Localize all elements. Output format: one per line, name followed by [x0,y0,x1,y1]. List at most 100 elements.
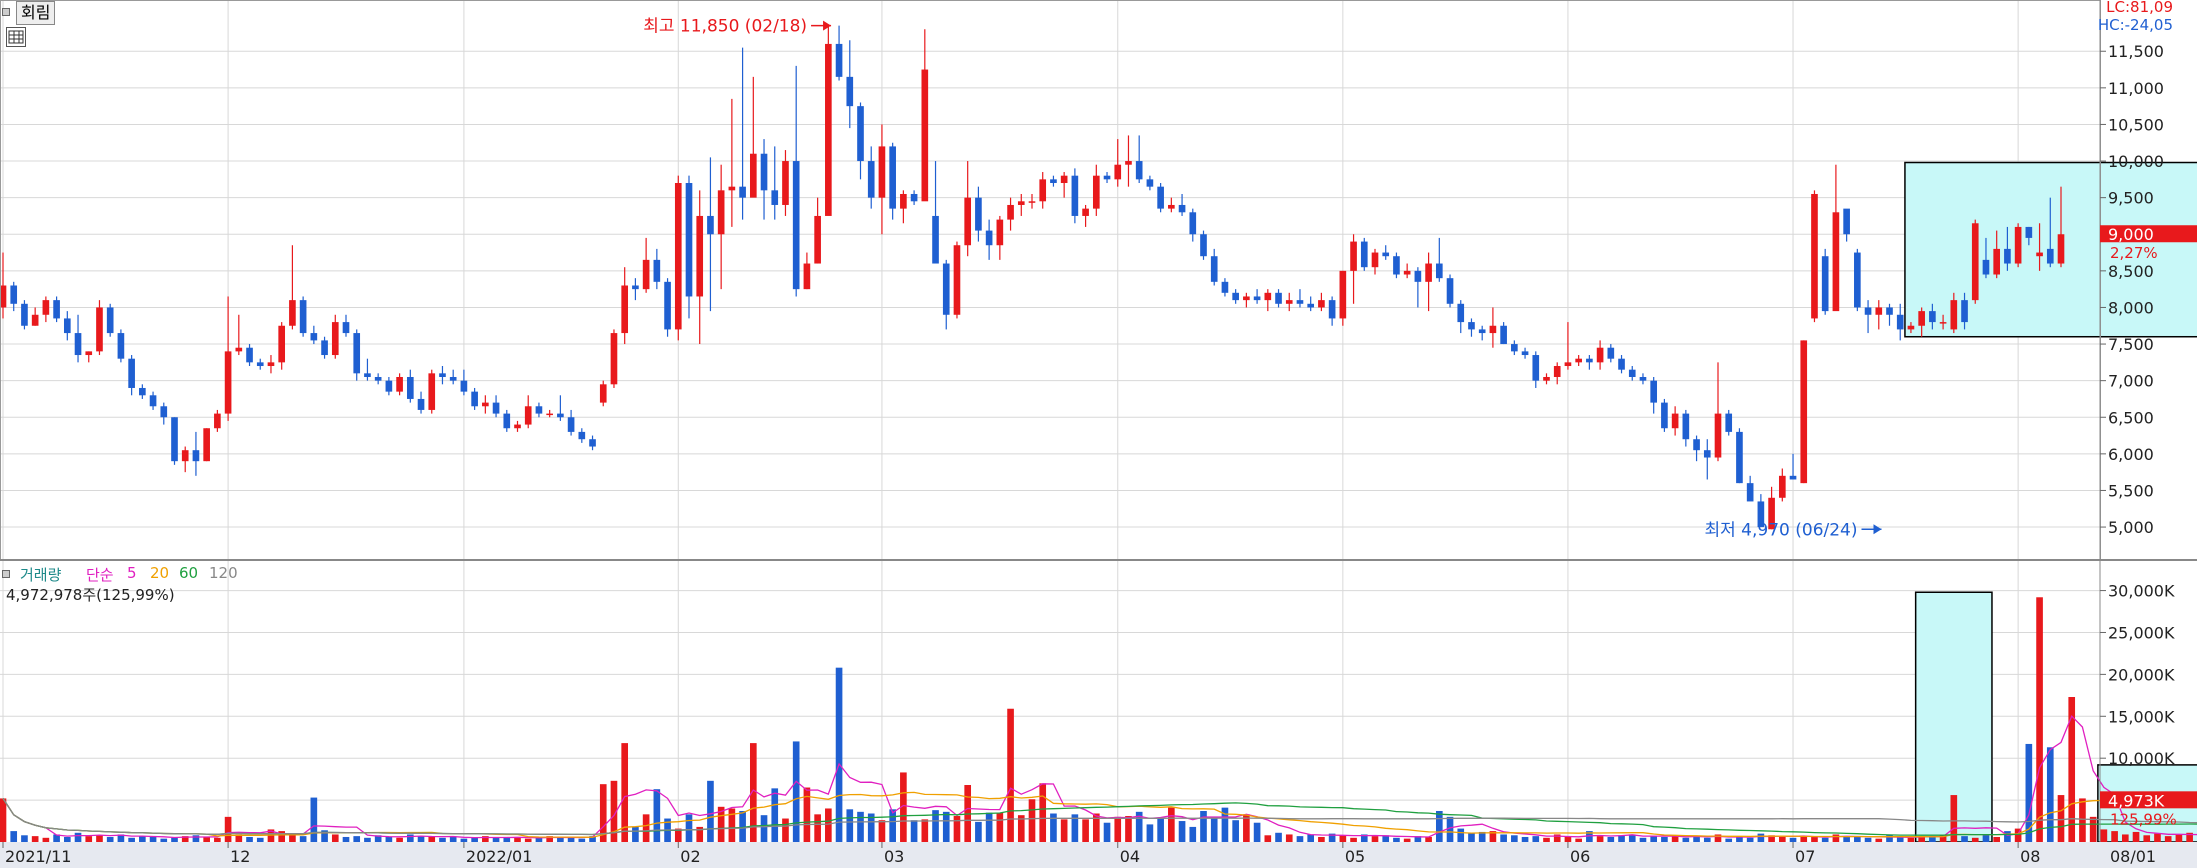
volume-bar [160,838,168,842]
candle-body [567,417,575,432]
candle-body [1693,439,1700,451]
price-tick-label: 10,000 [2108,152,2164,171]
candle-body [1918,311,1925,326]
candle-body [546,413,553,416]
volume-bar [1757,833,1765,842]
price-tick-label: 5,500 [2108,481,2154,500]
candle-body [85,351,93,356]
volume-bar [578,838,586,842]
candle-body [878,146,886,198]
volume-bar [331,834,339,842]
volume-bar [1907,837,1915,842]
candle-body [289,300,296,326]
candle-body [1382,252,1390,257]
date-tick-label: 05 [1345,847,1365,866]
volume-bar [1318,836,1325,842]
volume-bar [31,836,39,842]
candle-body [439,373,446,377]
candle-body [428,373,436,410]
x-axis-band [0,842,2197,868]
volume-bar [428,836,436,842]
volume-bar [2111,831,2118,842]
high-arrow-head [823,20,832,31]
volume-bar [1607,836,1615,842]
volume-bar [2079,798,2086,842]
candle-body [621,285,629,334]
volume-bar [1778,836,1786,842]
volume-tick-label: 25,000K [2108,623,2175,642]
volume-bar [1971,837,1979,842]
date-tick-label: 02 [680,847,700,866]
volume-bar [1039,783,1047,842]
candle-body [117,333,125,359]
candle-body [707,215,714,235]
candle-body [1071,175,1079,216]
volume-bar [214,837,221,842]
candle-body [771,190,779,205]
collapse-icon[interactable] [2,8,10,16]
price-tick-label: 5,000 [2108,518,2154,537]
candle-body [1253,296,1261,301]
candle-body [1189,212,1197,235]
candle-body [1489,325,1497,334]
volume-bar [203,836,210,842]
volume-bar [256,837,264,842]
current-volume-pct: 125,99% [2110,810,2177,828]
candle-body [1092,175,1100,209]
volume-bars [0,597,2193,842]
candle-body [1264,292,1272,301]
volume-bar [2175,834,2183,842]
candle-body [2057,234,2065,264]
candle-body [1103,175,1111,180]
volume-bar [1168,807,1175,842]
candle-body [557,413,564,418]
candle-body [1821,256,1829,312]
candle-body [599,384,607,403]
volume-bar [1500,834,1507,842]
volume-bar [1189,826,1197,842]
volume-bar [1982,834,1990,842]
candle-body [139,387,146,396]
volume-bar [1929,836,1936,842]
candle-body [1478,329,1486,334]
candle-body [589,439,596,447]
volume-bar [814,814,821,842]
volume-bar [299,836,307,842]
candle-body [246,347,253,363]
volume-bar [2132,831,2140,842]
volume-bar [439,837,446,842]
candle-body [1864,307,1872,315]
volume-bar [996,812,1004,842]
volume-bar [2154,833,2161,842]
candle-body [385,380,393,392]
volume-bar [1007,708,1014,842]
volume-bar [1821,837,1829,842]
price-tick-label: 7,000 [2108,372,2154,391]
volume-bar [246,836,253,842]
volume-bar [942,811,950,842]
candle-body [1028,201,1036,203]
volume-panel-icon[interactable] [2,570,10,578]
volume-bar [1532,836,1540,842]
volume-bar [1060,819,1068,842]
volume-bar [1339,835,1347,842]
volume-bar [1307,834,1315,842]
candle-body [482,402,489,407]
chart-grid [0,0,2100,842]
candle-body [1843,208,1850,235]
price-tick-label: 8,500 [2108,262,2154,281]
candle-body [1468,322,1475,330]
candle-body [310,333,318,341]
table-view-icon[interactable] [6,27,26,47]
stock-name-button[interactable]: 회림 [16,1,56,25]
candle-body [953,245,961,315]
volume-bar [1854,836,1861,842]
price-tick-label: 11,500 [2108,42,2164,61]
volume-bar [449,836,457,842]
candle-body [1886,307,1893,315]
candle-body [1532,355,1540,381]
candle-body [1393,256,1400,275]
candle-body [449,376,457,381]
volume-bar [803,787,811,842]
candle-body [1682,413,1690,440]
